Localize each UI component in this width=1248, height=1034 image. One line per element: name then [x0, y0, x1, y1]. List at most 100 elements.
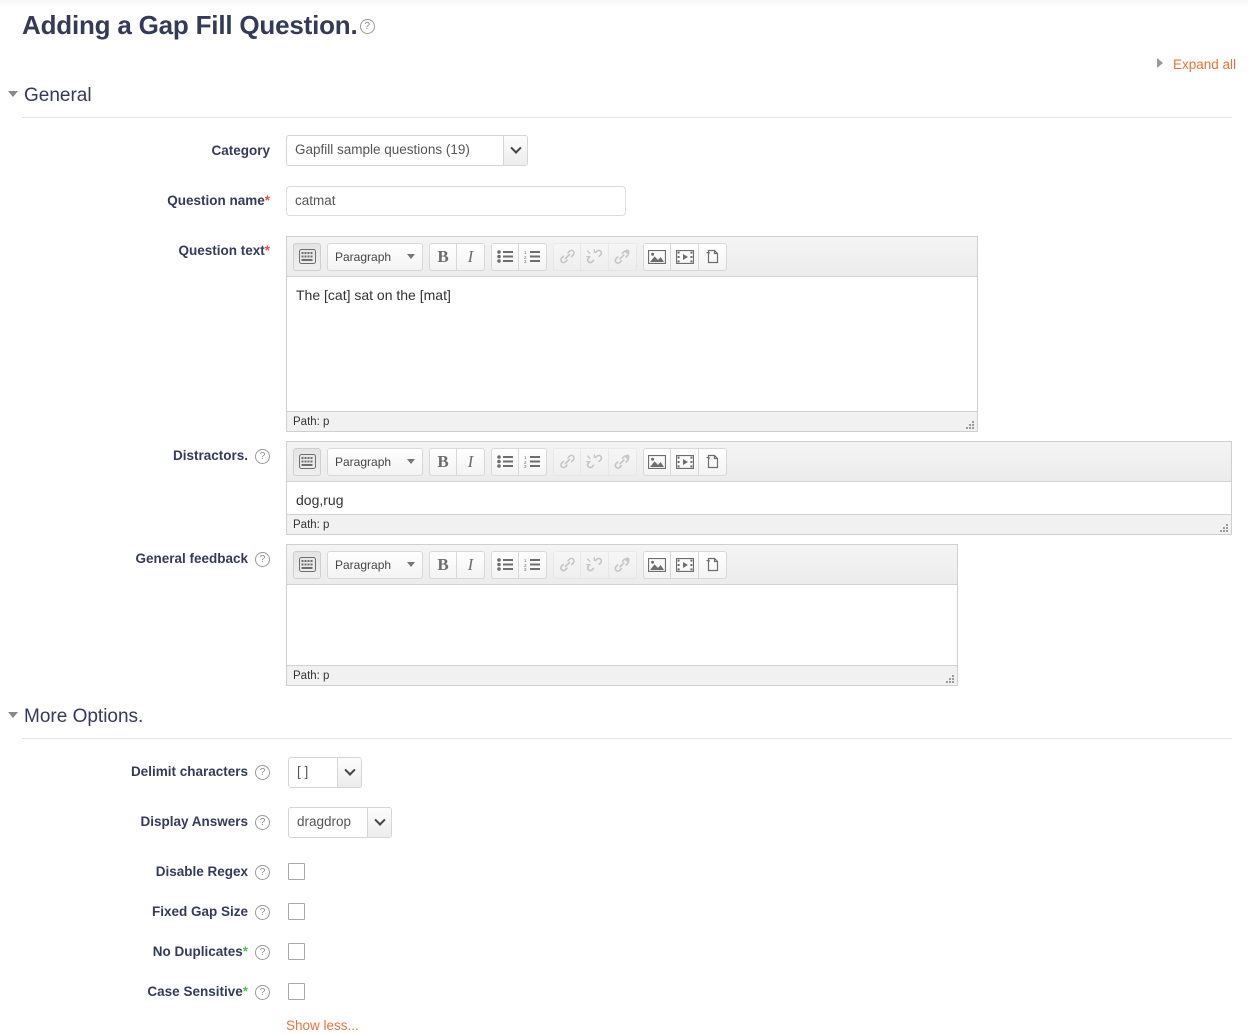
media-icon[interactable] — [671, 447, 699, 476]
numbered-list-icon[interactable]: 1 2 3 — [519, 550, 547, 579]
question-name-input[interactable]: catmat — [286, 186, 626, 216]
paragraph-format-select[interactable]: Paragraph — [327, 242, 423, 271]
toggle-toolbars-icon[interactable] — [293, 550, 321, 579]
manage-files-icon[interactable] — [699, 550, 727, 579]
display-answers-help-icon[interactable]: ? — [255, 814, 270, 830]
numbered-list-icon[interactable]: 1 2 3 — [519, 242, 547, 271]
label-fixed-gap-size: Fixed Gap Size? — [30, 904, 270, 920]
label-delimit-characters-text: Delimit characters — [130, 764, 248, 779]
resize-grip-icon[interactable] — [963, 418, 974, 429]
section-header-more-options[interactable]: More Options. — [8, 706, 143, 728]
anchor-icon[interactable] — [609, 242, 637, 271]
bold-icon[interactable]: B — [429, 242, 457, 271]
paragraph-format-value: Paragraph — [335, 557, 392, 572]
label-category-text: Category — [211, 143, 270, 158]
link-icon[interactable] — [553, 447, 581, 476]
chevron-down-icon — [337, 758, 361, 787]
media-icon[interactable] — [671, 550, 699, 579]
label-delimit-characters: Delimit characters? — [30, 764, 270, 780]
italic-icon[interactable]: I — [457, 550, 485, 579]
bullet-list-icon[interactable] — [491, 550, 519, 579]
distractors-help-icon[interactable]: ? — [255, 448, 270, 464]
anchor-icon[interactable] — [609, 550, 637, 579]
chevron-down-icon — [503, 136, 527, 165]
general-feedback-editor[interactable]: Paragraph B I 1 2 3 Path: p — [286, 544, 958, 686]
image-icon[interactable] — [643, 447, 671, 476]
image-icon[interactable] — [643, 242, 671, 271]
bold-icon[interactable]: B — [429, 447, 457, 476]
distractors-body[interactable]: dog,rug — [287, 482, 1231, 513]
category-select[interactable]: Gapfill sample questions (19) — [286, 135, 528, 166]
bullet-list-icon[interactable] — [491, 447, 519, 476]
label-case-sensitive-text: Case Sensitive — [147, 984, 243, 999]
paragraph-format-select[interactable]: Paragraph — [327, 550, 423, 579]
no-duplicates-checkbox[interactable] — [288, 943, 305, 960]
no-duplicates-help-icon[interactable]: ? — [255, 944, 270, 960]
anchor-icon[interactable] — [609, 447, 637, 476]
manage-files-icon[interactable] — [699, 242, 727, 271]
unlink-icon[interactable] — [581, 447, 609, 476]
svg-text:3: 3 — [524, 567, 527, 571]
delimit-characters-help-icon[interactable]: ? — [255, 764, 270, 780]
editor-toolbar: Paragraph B I 1 2 3 — [287, 545, 957, 585]
distractors-editor[interactable]: Paragraph B I 1 2 3 dog,rug Path: p — [286, 441, 1232, 535]
delimit-characters-select[interactable]: [ ] — [288, 757, 362, 788]
label-question-name: Question name* — [30, 193, 270, 209]
list-group: 1 2 3 — [491, 550, 547, 579]
label-display-answers-text: Display Answers — [140, 814, 248, 829]
advanced-marker: * — [242, 984, 248, 999]
italic-icon[interactable]: I — [457, 242, 485, 271]
bullet-list-icon[interactable] — [491, 242, 519, 271]
expand-all-link[interactable]: Expand all — [1156, 57, 1236, 72]
label-disable-regex: Disable Regex? — [30, 864, 270, 880]
label-fixed-gap-size-text: Fixed Gap Size — [151, 904, 248, 919]
manage-files-icon[interactable] — [699, 447, 727, 476]
svg-text:3: 3 — [524, 259, 527, 263]
toggle-toolbars-icon[interactable] — [293, 242, 321, 271]
image-icon[interactable] — [643, 550, 671, 579]
italic-icon[interactable]: I — [457, 447, 485, 476]
label-question-text-text: Question text — [178, 243, 265, 258]
caret-down-icon — [407, 254, 415, 259]
disable-regex-help-icon[interactable]: ? — [255, 864, 270, 880]
fixed-gap-size-help-icon[interactable]: ? — [255, 904, 270, 920]
list-group: 1 2 3 — [491, 242, 547, 271]
question-text-editor[interactable]: Paragraph B I 1 2 3 The [cat] sat on the… — [286, 236, 978, 432]
case-sensitive-checkbox[interactable] — [288, 983, 305, 1000]
unlink-icon[interactable] — [581, 242, 609, 271]
display-answers-value: dragdrop — [297, 814, 352, 829]
section-general-label: General — [24, 85, 92, 106]
label-disable-regex-text: Disable Regex — [155, 864, 248, 879]
link-icon[interactable] — [553, 242, 581, 271]
show-less-link[interactable]: Show less... — [286, 1018, 359, 1033]
label-case-sensitive: Case Sensitive*? — [30, 984, 270, 1000]
case-sensitive-help-icon[interactable]: ? — [255, 984, 270, 1000]
chevron-down-icon — [367, 808, 391, 837]
general-feedback-body[interactable] — [287, 585, 957, 664]
link-icon[interactable] — [553, 550, 581, 579]
label-no-duplicates: No Duplicates*? — [30, 944, 270, 960]
triangle-right-icon — [1156, 58, 1163, 68]
toggle-toolbars-icon[interactable] — [293, 447, 321, 476]
unlink-icon[interactable] — [581, 550, 609, 579]
section-header-general[interactable]: General — [8, 85, 92, 107]
question-text-path: Path: p — [293, 416, 330, 428]
resize-grip-icon[interactable] — [943, 672, 954, 683]
paragraph-format-value: Paragraph — [335, 249, 392, 264]
general-feedback-help-icon[interactable]: ? — [255, 551, 270, 567]
display-answers-select[interactable]: dragdrop — [288, 807, 392, 838]
numbered-list-icon[interactable]: 1 2 3 — [519, 447, 547, 476]
caret-down-icon — [407, 459, 415, 464]
page-title: Adding a Gap Fill Question.? — [22, 10, 375, 41]
resize-grip-icon[interactable] — [1217, 521, 1228, 532]
disable-regex-checkbox[interactable] — [288, 863, 305, 880]
question-text-body[interactable]: The [cat] sat on the [mat] — [287, 277, 977, 410]
page-title-help-icon[interactable]: ? — [359, 19, 375, 34]
label-question-name-text: Question name — [167, 193, 265, 208]
label-general-feedback-text: General feedback — [135, 551, 248, 566]
bold-icon[interactable]: B — [429, 550, 457, 579]
media-icon[interactable] — [671, 242, 699, 271]
editor-toolbar: Paragraph B I 1 2 3 — [287, 237, 977, 277]
fixed-gap-size-checkbox[interactable] — [288, 903, 305, 920]
paragraph-format-select[interactable]: Paragraph — [327, 447, 423, 476]
